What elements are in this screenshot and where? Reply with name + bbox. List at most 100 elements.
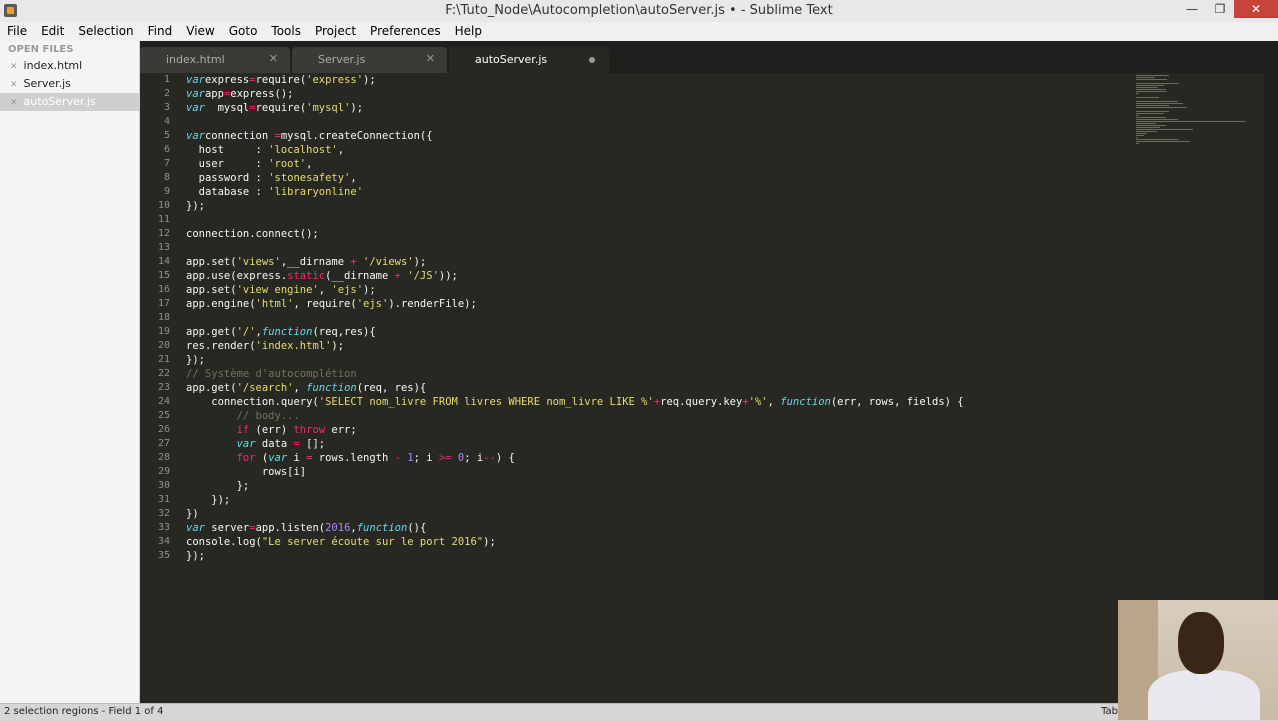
code-editor[interactable]: 1 2 3 4 5 6 7 8 9 10 11 12 13 14 15 16 17 18 19 20 21 22 23 24 2… [140,73,1278,703]
minimap-line [1136,117,1166,118]
code-token: 2016 [325,522,351,534]
minimap-line [1136,123,1156,124]
minimap-line [1136,101,1178,102]
sidebar-file-server-js[interactable]: ✕ Server.js [0,75,139,93]
tab-autoserver-js[interactable]: autoServer.js [449,47,609,73]
code-token: password : [186,172,269,184]
code-line[interactable]: app.get('/search', function(req, res){ [186,381,964,395]
code-line[interactable]: host : 'localhost', [186,143,964,157]
code-line[interactable]: }) [186,507,964,521]
code-token: }) [186,508,199,520]
code-token: ) { [495,452,515,464]
code-token: -- [483,452,496,464]
code-line[interactable] [186,213,964,227]
menu-selection[interactable]: Selection [71,22,140,41]
status-bar: 2 selection regions - Field 1 of 4 Tab [0,703,1278,721]
code-line[interactable]: varexpress=require('express'); [186,73,964,87]
code-line[interactable]: }; [186,479,964,493]
code-line[interactable]: }); [186,353,964,367]
line-number: 4 [163,116,170,127]
code-token: express(); [230,88,294,100]
code-line[interactable]: rows[i] [186,465,964,479]
code-line[interactable]: // body... [186,409,964,423]
code-line[interactable]: }); [186,549,964,563]
code-token: connection.query( [186,396,319,408]
code-line[interactable]: app.set('view engine', 'ejs'); [186,283,964,297]
code-line[interactable]: }); [186,493,964,507]
line-number: 18 [157,312,170,323]
code-token: require( [255,102,307,114]
line-number: 22 [157,368,170,379]
code-line[interactable]: app.engine('html', require('ejs').render… [186,297,964,311]
code-line[interactable]: }); [186,199,964,213]
code-token: connection.connect(); [186,228,319,240]
menu-find[interactable]: Find [141,22,180,41]
code-token: 'views' [236,256,281,268]
menu-preferences[interactable]: Preferences [363,22,448,41]
minimap-line [1136,75,1169,76]
line-number: 8 [163,172,170,183]
code-line[interactable]: user : 'root', [186,157,964,171]
tab-index-html[interactable]: index.html ✕ [140,47,290,73]
code-token: 'ejs' [331,284,364,296]
minimize-icon[interactable]: — [1178,0,1206,18]
menu-file[interactable]: File [0,22,34,41]
code-line[interactable]: database : 'libraryonline' [186,185,964,199]
code-line[interactable]: // Système d'autocomplétion [186,367,964,381]
code-line[interactable] [186,115,964,129]
code-line[interactable] [186,241,964,255]
line-number: 14 [157,256,170,267]
code-line[interactable]: var mysql=require('mysql'); [186,101,964,115]
tab-close-icon[interactable]: ✕ [269,52,278,65]
code-token: }; [186,480,250,492]
code-line[interactable]: console.log("Le server écoute sur le por… [186,535,964,549]
menu-project[interactable]: Project [308,22,363,41]
close-file-icon[interactable]: ✕ [10,80,18,90]
code-line[interactable]: connection.connect(); [186,227,964,241]
unsaved-dot-icon[interactable] [589,57,595,63]
line-number: 29 [157,466,170,477]
code-line[interactable]: connection.query('SELECT nom_livre FROM … [186,395,963,409]
code-line[interactable]: if (err) throw err; [186,423,964,437]
minimap-line [1136,119,1178,120]
code-line[interactable]: varconnection =mysql.createConnection({ [186,129,964,143]
menu-tools[interactable]: Tools [264,22,308,41]
code-line[interactable]: app.get('/',function(req,res){ [186,325,964,339]
code-area[interactable]: varexpress=require('express'); varapp=exp… [186,73,964,563]
code-token: // body... [186,410,300,422]
status-indent-info[interactable]: Tab [1101,706,1118,717]
code-line[interactable]: for (var i = rows.length - 1; i >= 0; i-… [186,451,964,465]
tab-server-js[interactable]: Server.js ✕ [292,47,447,73]
menu-goto[interactable]: Goto [222,22,265,41]
code-line[interactable]: password : 'stonesafety', [186,171,964,185]
menu-view[interactable]: View [179,22,221,41]
close-file-icon[interactable]: ✕ [10,98,18,108]
line-number: 27 [157,438,170,449]
code-line[interactable]: app.set('views',__dirname + '/views'); [186,255,964,269]
code-line[interactable]: res.render('index.html'); [186,339,964,353]
line-number: 12 [157,228,170,239]
code-line[interactable] [186,311,964,325]
code-line[interactable]: varapp=express(); [186,87,964,101]
tab-close-icon[interactable]: ✕ [426,52,435,65]
close-icon[interactable]: ✕ [1234,0,1278,18]
code-token: 'ejs' [356,298,389,310]
code-token: , [350,172,357,184]
code-line[interactable]: app.use(express.static(__dirname + '/JS'… [186,269,964,283]
menu-help[interactable]: Help [448,22,489,41]
minimap-line [1136,131,1157,132]
menu-edit[interactable]: Edit [34,22,71,41]
code-line[interactable]: var data = []; [186,437,964,451]
close-file-icon[interactable]: ✕ [10,62,18,72]
code-token: ); [350,102,364,114]
line-number: 15 [157,270,170,281]
restore-icon[interactable]: ❐ [1206,0,1234,18]
sidebar-file-label: Server.js [23,77,71,90]
line-number-gutter: 1 2 3 4 5 6 7 8 9 10 11 12 13 14 15 16 17 18 19 20 21 22 23 24 2… [140,73,170,563]
code-token: server [204,522,250,534]
sidebar-file-index-html[interactable]: ✕ index.html [0,57,139,75]
code-token: )); [438,270,458,282]
code-line[interactable]: var server=app.listen(2016,function(){ [186,521,964,535]
sidebar-file-autoserver-js[interactable]: ✕ autoServer.js [0,93,139,111]
minimap[interactable] [1134,73,1254,144]
